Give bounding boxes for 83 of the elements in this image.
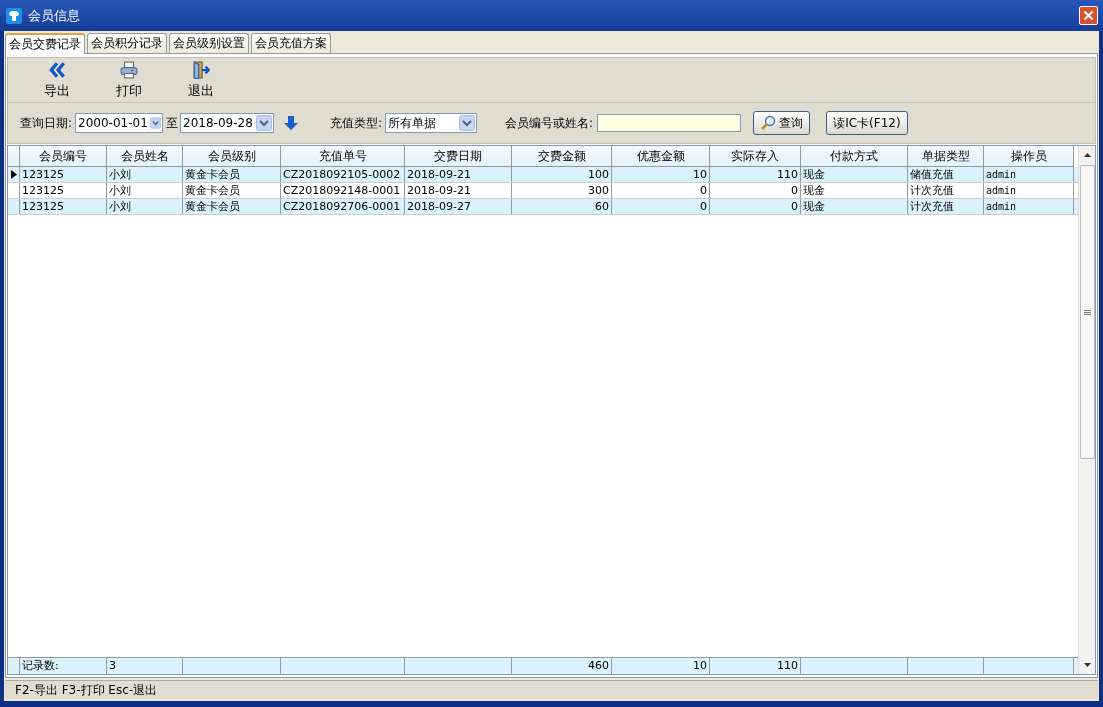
printer-icon	[120, 60, 138, 79]
double-chevron-left-icon	[48, 60, 66, 79]
table-cell: 储值充值	[908, 167, 984, 182]
table-cell: 现金	[801, 167, 908, 182]
table-cell: 2018-09-27	[405, 199, 512, 214]
table-cell: 小刘	[107, 199, 183, 214]
table-cell: 黄金卡会员	[183, 167, 281, 182]
table-cell: 现金	[801, 199, 908, 214]
table-cell: 2018-09-21	[405, 167, 512, 182]
column-header[interactable]: 付款方式	[801, 146, 908, 167]
table-cell: 123125	[20, 183, 107, 198]
column-header[interactable]: 会员级别	[183, 146, 281, 167]
tab[interactable]: 会员级别设置	[169, 33, 249, 53]
table-cell: 100	[512, 167, 612, 182]
table-cell: 现金	[801, 183, 908, 198]
table-cell: 小刘	[107, 167, 183, 182]
column-header[interactable]: 会员姓名	[107, 146, 183, 167]
table-cell: admin	[984, 183, 1074, 198]
column-header[interactable]: 交费金额	[512, 146, 612, 167]
column-header[interactable]: 实际存入	[710, 146, 801, 167]
app-icon	[6, 7, 22, 24]
table-cell: CZ2018092105-0002	[281, 167, 405, 182]
table-cell: 110	[710, 167, 801, 182]
scroll-up-icon	[1082, 152, 1092, 158]
table-cell: 0	[612, 183, 710, 198]
table-cell: 0	[710, 183, 801, 198]
column-header[interactable]: 交费日期	[405, 146, 512, 167]
vertical-scrollbar[interactable]	[1078, 146, 1095, 674]
footer-cell: 10	[612, 658, 710, 674]
footer-cell: 3	[107, 658, 183, 674]
table-cell: 黄金卡会员	[183, 183, 281, 198]
status-bar: F2-导出 F3-打印 Esc-退出	[5, 680, 1098, 699]
close-icon	[1082, 9, 1095, 22]
filter-label: 充值类型:	[330, 114, 383, 132]
toolbar-button[interactable]: 打印	[94, 58, 164, 102]
table-cell: 2018-09-21	[405, 183, 512, 198]
filter-label: 会员编号或姓名:	[505, 114, 594, 132]
table-cell: 0	[612, 199, 710, 214]
table-cell: 0	[710, 199, 801, 214]
table-cell: 300	[512, 183, 612, 198]
search-icon	[760, 115, 777, 131]
footer-cell: 460	[512, 658, 612, 674]
scroll-down-icon	[1082, 662, 1092, 668]
toolbar-button[interactable]: 退出	[166, 58, 236, 102]
close-button[interactable]	[1079, 6, 1098, 25]
date-dropdown[interactable]: 2000-01-01	[75, 113, 164, 133]
grip-icon	[1083, 309, 1091, 315]
date-dropdown[interactable]: 2018-09-28	[180, 113, 275, 133]
tab[interactable]: 会员交费记录	[5, 33, 85, 54]
column-header[interactable]: 会员编号	[20, 146, 107, 167]
table-cell: CZ2018092706-0001	[281, 199, 405, 214]
table-cell: 123125	[20, 199, 107, 214]
filter-label: 至	[166, 114, 179, 132]
footer-cell: 记录数:	[20, 658, 107, 674]
read-card-button[interactable]: 读IC卡(F12)	[826, 111, 908, 135]
footer-cell: 110	[710, 658, 801, 674]
type-dropdown[interactable]: 所有单据	[385, 113, 478, 133]
tab[interactable]: 会员充值方案	[251, 33, 331, 53]
row-indicator[interactable]	[8, 167, 20, 182]
door-arrow-icon	[192, 60, 210, 79]
table-cell: 黄金卡会员	[183, 199, 281, 214]
table-cell: admin	[984, 167, 1074, 182]
search-field[interactable]	[597, 114, 742, 132]
search-button[interactable]: 查询	[753, 111, 811, 135]
column-header[interactable]: 操作员	[984, 146, 1074, 167]
table-cell: 10	[612, 167, 710, 182]
down-arrow-icon	[284, 115, 299, 131]
table-cell: 计次充值	[908, 199, 984, 214]
row-pointer-icon	[10, 170, 17, 179]
table-cell: 123125	[20, 167, 107, 182]
filter-label: 查询日期:	[20, 114, 73, 132]
table-cell: 小刘	[107, 183, 183, 198]
table-cell: admin	[984, 199, 1074, 214]
table-cell: 60	[512, 199, 612, 214]
tab[interactable]: 会员积分记录	[87, 33, 167, 53]
toolbar-button[interactable]: 导出	[22, 58, 92, 102]
column-header[interactable]: 单据类型	[908, 146, 984, 167]
header-corner	[8, 146, 20, 167]
column-header[interactable]: 优惠金额	[612, 146, 710, 167]
table-cell: 计次充值	[908, 183, 984, 198]
window-title: 会员信息	[28, 6, 81, 25]
table-cell: CZ2018092148-0001	[281, 183, 405, 198]
column-header[interactable]: 充值单号	[281, 146, 405, 167]
